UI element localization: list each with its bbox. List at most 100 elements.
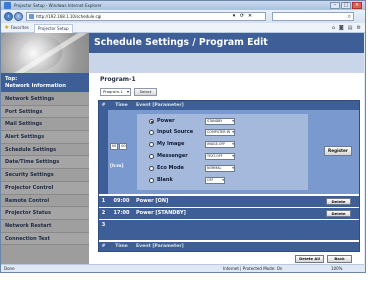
register-button[interactable]: Register xyxy=(324,146,352,156)
param-label: Eco Mode xyxy=(157,165,184,171)
chevron-down-icon: ▾ xyxy=(231,154,234,159)
messenger-radio[interactable] xyxy=(149,154,154,159)
blank-radio[interactable] xyxy=(149,178,154,183)
command-bar: ⌂ ◙ ▤ ⚙ xyxy=(332,24,361,32)
power-radio[interactable] xyxy=(149,119,154,124)
sidebar-item-alert-settings[interactable]: Alert Settings xyxy=(1,131,89,144)
browser-icon xyxy=(4,2,11,9)
minute-input[interactable]: 00 xyxy=(119,143,128,150)
table-row: 3 xyxy=(99,220,359,240)
messenger-select[interactable]: TEXT-OFF ▾ xyxy=(205,153,235,160)
sidebar-item-projector-control[interactable]: Projector Control xyxy=(1,181,89,195)
column-footer-time: Time xyxy=(115,244,128,249)
address-row: ‹ › http://192.168.1.10/schedule.cgi ▾ ⟳… xyxy=(1,10,365,23)
time-editor: 00:00 [h:m] xyxy=(110,143,132,169)
window-title: Projector Setup - Windows Internet Explo… xyxy=(14,3,102,8)
blank-select[interactable]: OFF ▾ xyxy=(205,177,225,184)
chevron-down-icon: ▾ xyxy=(231,142,234,147)
row-event: Power [ON] xyxy=(136,198,169,204)
zoom-level[interactable]: 100% xyxy=(331,265,342,273)
sidebar-item-network-restart[interactable]: Network Restart xyxy=(1,219,89,233)
column-header-event: Event [Parameter] xyxy=(136,103,184,108)
search-icon[interactable]: ⌕ xyxy=(348,13,351,20)
favorites-button[interactable]: ★ Favorites xyxy=(4,24,29,32)
tab-projector-setup[interactable]: Projector Setup xyxy=(34,24,73,33)
my-image-radio[interactable] xyxy=(149,142,154,147)
table-row: 1 09:00 Power [ON] Delete xyxy=(99,196,359,207)
chevron-down-icon: ▾ xyxy=(231,119,234,124)
search-input[interactable]: ⌕ xyxy=(272,12,354,21)
forward-arrow-icon[interactable]: › xyxy=(14,12,23,21)
tools-icon[interactable]: ⚙ xyxy=(357,24,361,32)
window-controls: – □ × xyxy=(330,2,362,9)
row-number: 2 xyxy=(101,210,106,216)
select-value: OFF xyxy=(207,178,214,182)
dropdown-icon[interactable]: ▾ xyxy=(231,13,237,19)
back-arrow-icon[interactable]: ‹ xyxy=(4,12,13,21)
program-title: Program-1 xyxy=(100,76,136,83)
page-title: Schedule Settings / Program Edit xyxy=(89,33,364,53)
security-zone: Internet | Protected Mode: On xyxy=(223,266,283,271)
input-source-radio[interactable] xyxy=(149,130,154,135)
favorites-label: Favorites xyxy=(10,25,29,30)
feeds-icon[interactable]: ◙ xyxy=(339,24,344,32)
column-header-number: # xyxy=(101,103,106,108)
eco-mode-select[interactable]: NORMAL ▾ xyxy=(205,165,235,172)
sidebar-item-security-settings[interactable]: Security Settings xyxy=(1,169,89,182)
table-footer: # Time Event [Parameter] xyxy=(99,242,359,251)
sidebar-item-top[interactable]: Top: Network Information xyxy=(1,73,89,92)
program-select[interactable]: Program-1 ▾ xyxy=(100,88,131,96)
param-label: Blank xyxy=(157,177,173,183)
delete-button[interactable]: Delete xyxy=(326,210,351,217)
sidebar-item-projector-status[interactable]: Projector Status xyxy=(1,207,89,220)
row-number: 3 xyxy=(101,222,106,228)
sidebar-item-connection-test[interactable]: Connection Test xyxy=(1,232,89,246)
sidebar-heading-line2: Network Information xyxy=(5,82,66,89)
refresh-icon[interactable]: ⟳ xyxy=(239,13,245,19)
eco-mode-radio[interactable] xyxy=(149,166,154,171)
print-icon[interactable]: ▤ xyxy=(348,24,353,32)
url-text: http://192.168.1.10/schedule.cgi xyxy=(36,14,102,19)
minimize-icon[interactable]: – xyxy=(330,2,340,9)
select-value: COMPUTER IN xyxy=(207,130,231,134)
param-label: Input Source xyxy=(157,129,194,135)
sidebar-item-port-settings[interactable]: Port Settings xyxy=(1,105,89,119)
home-icon[interactable]: ⌂ xyxy=(332,24,335,32)
sidebar-item-schedule-settings[interactable]: Schedule Settings xyxy=(1,143,89,157)
select-button[interactable]: Select xyxy=(134,88,157,96)
select-value: NORMAL xyxy=(207,166,222,170)
sidebar-item-mail-settings[interactable]: Mail Settings xyxy=(1,118,89,132)
logo xyxy=(1,33,89,73)
select-value: IMAGE-OFF xyxy=(207,142,226,146)
sidebar-item-date-time-settings[interactable]: Date/Time Settings xyxy=(1,156,89,170)
favorites-bar: ★ Favorites Projector Setup ⌂ ◙ ▤ ⚙ xyxy=(1,23,365,33)
table-row: 2 17:00 Power [STANDBY] Delete xyxy=(99,208,359,219)
address-bar[interactable]: http://192.168.1.10/schedule.cgi xyxy=(26,12,266,21)
power-select[interactable]: STANDBY ▾ xyxy=(205,118,235,125)
sidebar-item-remote-control[interactable]: Remote Control xyxy=(1,194,89,208)
delete-all-button[interactable]: Delete All xyxy=(295,255,324,263)
chevron-down-icon: ▾ xyxy=(126,89,129,94)
event-parameter-panel: Power STANDBY ▾ Input Source COMPUTER IN ▾… xyxy=(137,114,308,190)
param-label: Power xyxy=(157,118,175,124)
row-time: 09:00 xyxy=(113,198,130,204)
edit-row-number xyxy=(99,110,108,194)
input-source-select[interactable]: COMPUTER IN ▾ xyxy=(205,129,235,136)
hour-input[interactable]: 00 xyxy=(110,143,118,150)
back-button[interactable]: Back xyxy=(327,255,352,263)
header-strip xyxy=(89,53,364,73)
select-value: TEXT-OFF xyxy=(207,154,223,158)
table-header: # Time Event [Parameter] xyxy=(99,101,359,110)
column-footer-number: # xyxy=(101,244,106,249)
title-bar: Projector Setup - Windows Internet Explo… xyxy=(1,1,365,10)
chevron-down-icon: ▾ xyxy=(221,178,224,183)
close-icon[interactable]: × xyxy=(352,2,362,9)
stop-icon[interactable]: ✕ xyxy=(247,13,253,19)
my-image-select[interactable]: IMAGE-OFF ▾ xyxy=(205,141,235,148)
row-event: Power [STANDBY] xyxy=(136,210,186,216)
row-time: 17:00 xyxy=(113,210,130,216)
sidebar-item-network-settings[interactable]: Network Settings xyxy=(1,93,89,106)
delete-button[interactable]: Delete xyxy=(326,198,351,205)
maximize-icon[interactable]: □ xyxy=(341,2,351,9)
star-icon: ★ xyxy=(4,24,10,31)
